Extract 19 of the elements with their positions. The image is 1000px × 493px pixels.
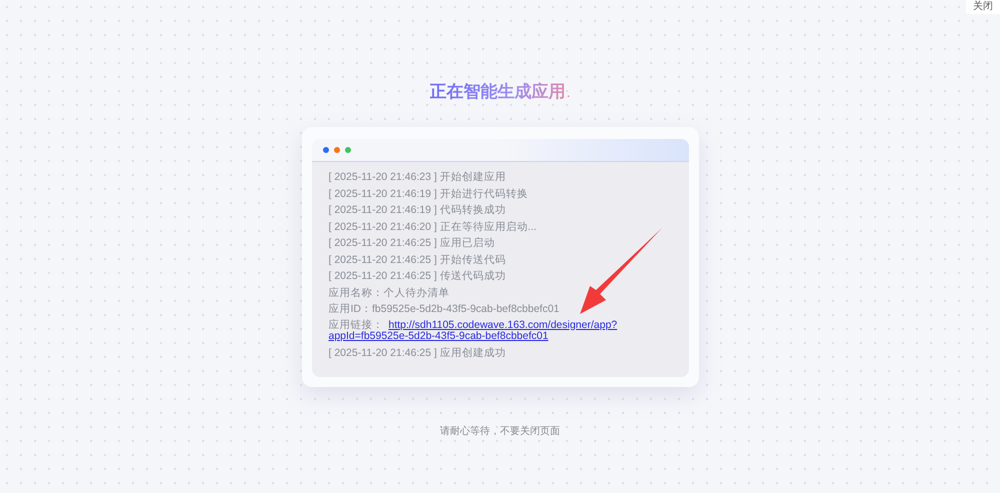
window-dot-icon bbox=[344, 147, 350, 153]
window-dot-icon bbox=[322, 147, 328, 153]
log-line: [ 2025-11-20 21:46:25 ] 应用创建成功 bbox=[328, 346, 507, 360]
loading-dots: . bbox=[566, 84, 570, 100]
log-line: [ 2025-11-20 21:46:25 ] 传送代码成功 bbox=[328, 269, 507, 284]
log-line: [ 2025-11-20 21:46:25 ] 开始传送代码 bbox=[328, 252, 507, 268]
link-label: 应用链接： bbox=[328, 318, 384, 330]
log-line: [ 2025-11-20 21:46:23 ] 开始创建应用 bbox=[328, 170, 507, 185]
footer-hint: 请耐心等待，不要关闭页面 bbox=[440, 424, 560, 438]
log-field: 应用名称：个人待办清单 bbox=[328, 284, 672, 301]
close-button[interactable]: 关闭 bbox=[966, 0, 1000, 14]
log-field: 应用ID：fb59525e-5d2b-43f5-9cab-bef8cbbefc01 bbox=[328, 301, 672, 318]
log-line: [ 2025-11-20 21:46:25 ] 应用已启动 bbox=[328, 236, 496, 251]
log-line: [ 2025-11-20 21:46:20 ] 正在等待应用启动... bbox=[328, 220, 538, 234]
window-dot-icon bbox=[334, 147, 340, 153]
log-line: [ 2025-11-20 21:46:19 ] 代码转换成功 bbox=[328, 203, 507, 218]
log-line: [ 2025-11-20 21:46:19 ] 开始进行代码转换 bbox=[328, 186, 529, 202]
app-link[interactable]: appId=fb59525e-5d2b-43f5-9cab-bef8cbbefc01 bbox=[328, 330, 548, 342]
app-link[interactable]: http://sdh1105.codewave.163.com/designer/app? bbox=[388, 318, 618, 330]
